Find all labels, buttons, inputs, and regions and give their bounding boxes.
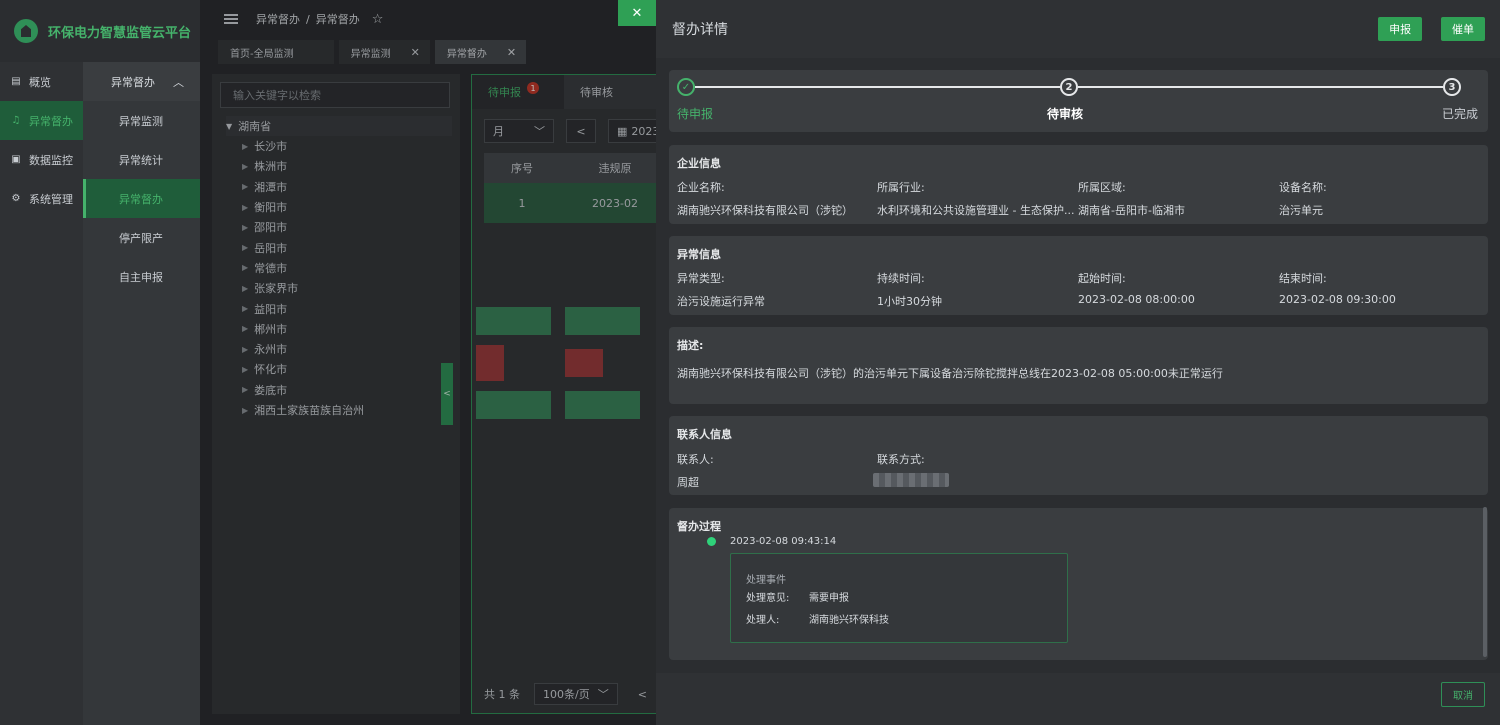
nav2-group-header[interactable]: 异常督办 ︿ bbox=[83, 62, 200, 101]
description-text: 湖南驰兴环保科技有限公司（涉铊）的治污单元下属设备治污除铊搅拌总线在2023-0… bbox=[677, 367, 1223, 380]
field-label: 处理人: bbox=[746, 615, 780, 626]
section-title: 督办过程 bbox=[677, 520, 721, 533]
field-label: 设备名称: bbox=[1279, 181, 1327, 194]
primary-nav: ▤ 概览 ♫ 异常督办 ▣ 数据监控 ⚙ 系统管理 bbox=[0, 62, 83, 725]
field-label: 所属区域: bbox=[1078, 181, 1126, 194]
supervise-detail-drawer: 督办详情 申报 催单 ✓ 2 3 待申报 待审核 已完成 企业信息 企业名称: … bbox=[656, 0, 1500, 725]
section-title: 企业信息 bbox=[677, 157, 721, 170]
opinion-value: 需要申报 bbox=[809, 593, 849, 604]
industry-value: 水利环境和公共设施管理业 - 生态保护... bbox=[877, 204, 1075, 217]
step-number: 2 bbox=[1060, 78, 1078, 96]
phone-redacted bbox=[873, 473, 949, 487]
nav-item-overview[interactable]: ▤ 概览 bbox=[0, 62, 83, 101]
nav-item-system[interactable]: ⚙ 系统管理 bbox=[0, 179, 83, 218]
step-label: 待申报 bbox=[677, 107, 714, 121]
overview-icon: ▤ bbox=[11, 75, 21, 87]
nav-item-label: 系统管理 bbox=[29, 192, 73, 206]
nav2-group-label: 异常督办 bbox=[111, 75, 155, 89]
section-title: 描述: bbox=[677, 339, 704, 352]
event-title: 处理事件 bbox=[746, 575, 786, 586]
secondary-nav: 异常督办 ︿ 异常监测 异常统计 异常督办 停产限产 自主申报 bbox=[83, 62, 200, 725]
contact-info-card: 联系人信息 联系人: 周超 联系方式: bbox=[669, 416, 1488, 495]
nav2-item-stats[interactable]: 异常统计 bbox=[83, 140, 200, 179]
drawer-title: 督办详情 bbox=[672, 22, 728, 38]
close-icon: ✕ bbox=[631, 5, 643, 21]
contact-person-value: 周超 bbox=[677, 476, 699, 489]
start-time-value: 2023-02-08 08:00:00 bbox=[1078, 293, 1195, 306]
nav-item-label: 数据监控 bbox=[29, 153, 73, 167]
nav-item-label: 概览 bbox=[29, 75, 51, 89]
section-title: 联系人信息 bbox=[677, 428, 732, 441]
field-label: 结束时间: bbox=[1279, 272, 1327, 285]
nav2-item-self-report[interactable]: 自主申报 bbox=[83, 257, 200, 296]
gear-icon: ⚙ bbox=[11, 192, 21, 204]
step-label: 已完成 bbox=[1442, 107, 1479, 121]
logo-bar: 环保电力智慧监管云平台 bbox=[0, 0, 200, 62]
step-done-check-icon: ✓ bbox=[677, 78, 695, 96]
field-label: 联系方式: bbox=[877, 453, 925, 466]
cancel-button[interactable]: 取消 bbox=[1441, 682, 1485, 707]
drawer-footer: 取消 bbox=[656, 673, 1500, 725]
nav-item-monitor[interactable]: ▣ 数据监控 bbox=[0, 140, 83, 179]
anomaly-type-value: 治污设施运行异常 bbox=[677, 295, 765, 308]
timeline-event-box: 处理事件 处理意见: 需要申报 处理人: 湖南驰兴环保科技 bbox=[730, 553, 1068, 643]
urge-button[interactable]: 催单 bbox=[1441, 17, 1485, 41]
nav2-item-monitor[interactable]: 异常监测 bbox=[83, 101, 200, 140]
duration-value: 1小时30分钟 bbox=[877, 295, 942, 308]
step-number: 3 bbox=[1443, 78, 1461, 96]
step-label: 待审核 bbox=[1047, 107, 1084, 121]
monitor-icon: ▣ bbox=[11, 153, 21, 165]
nav2-item-stop-production[interactable]: 停产限产 bbox=[83, 218, 200, 257]
drawer-header: 督办详情 申报 催单 bbox=[656, 0, 1500, 58]
field-label: 联系人: bbox=[677, 453, 714, 466]
step-connector bbox=[695, 86, 1060, 88]
step-connector bbox=[1078, 86, 1443, 88]
supervise-process-card: 督办过程 2023-02-08 09:43:14 处理事件 处理意见: 需要申报… bbox=[669, 508, 1488, 660]
region-value: 湖南省-岳阳市-临湘市 bbox=[1078, 204, 1185, 217]
field-label: 所属行业: bbox=[877, 181, 925, 194]
nav-item-anomaly[interactable]: ♫ 异常督办 bbox=[0, 101, 83, 140]
device-value: 治污单元 bbox=[1279, 204, 1323, 217]
nav-item-label: 异常督办 bbox=[29, 114, 73, 128]
platform-logo-icon bbox=[14, 19, 38, 43]
field-label: 处理意见: bbox=[746, 593, 790, 604]
section-title: 异常信息 bbox=[677, 248, 721, 261]
enterprise-info-card: 企业信息 企业名称: 湖南驰兴环保科技有限公司（涉铊） 所属行业: 水利环境和公… bbox=[669, 145, 1488, 224]
anomaly-info-card: 异常信息 异常类型: 治污设施运行异常 持续时间: 1小时30分钟 起始时间: … bbox=[669, 236, 1488, 315]
app-title: 环保电力智慧监管云平台 bbox=[48, 25, 192, 41]
timeline-dot bbox=[707, 537, 716, 546]
timeline-time: 2023-02-08 09:43:14 bbox=[730, 536, 837, 547]
drawer-scrollbar[interactable] bbox=[1483, 507, 1487, 657]
field-label: 起始时间: bbox=[1078, 272, 1126, 285]
field-label: 企业名称: bbox=[677, 181, 725, 194]
end-time-value: 2023-02-08 09:30:00 bbox=[1279, 293, 1396, 306]
nav2-item-supervise[interactable]: 异常督办 bbox=[83, 179, 200, 218]
handler-value: 湖南驰兴环保科技 bbox=[809, 615, 889, 626]
drawer-close-button[interactable]: ✕ bbox=[618, 0, 656, 26]
chevron-up-icon: ︿ bbox=[173, 75, 184, 89]
field-label: 异常类型: bbox=[677, 272, 725, 285]
enterprise-name: 湖南驰兴环保科技有限公司（涉铊） bbox=[677, 204, 853, 217]
description-card: 描述: 湖南驰兴环保科技有限公司（涉铊）的治污单元下属设备治污除铊搅拌总线在20… bbox=[669, 327, 1488, 404]
alarm-icon: ♫ bbox=[11, 114, 21, 126]
report-button[interactable]: 申报 bbox=[1378, 17, 1423, 41]
progress-steps: ✓ 2 3 待申报 待审核 已完成 bbox=[669, 70, 1488, 132]
field-label: 持续时间: bbox=[877, 272, 925, 285]
